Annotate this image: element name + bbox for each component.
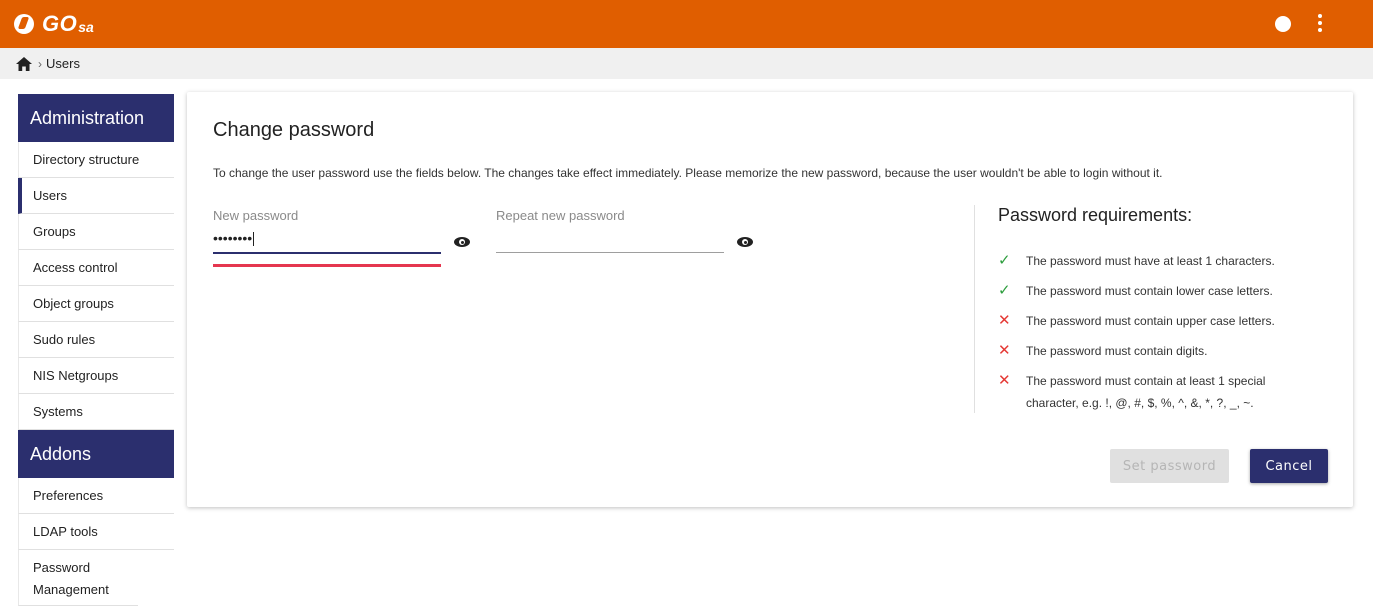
logo-text: GO bbox=[42, 11, 78, 36]
sidebar-item-directory-structure[interactable]: Directory structure bbox=[18, 142, 174, 178]
sidebar-item-nis-netgroups[interactable]: NIS Netgroups bbox=[18, 358, 174, 394]
sidebar-item-object-groups[interactable]: Object groups bbox=[18, 286, 174, 322]
new-password-underline bbox=[213, 252, 441, 254]
new-password-error-underline bbox=[213, 264, 441, 267]
repeat-password-underline bbox=[496, 252, 724, 253]
requirement-item: ✓ The password must have at least 1 char… bbox=[998, 252, 1275, 272]
check-icon: ✓ bbox=[998, 282, 1011, 299]
sidebar-heading-administration: Administration bbox=[18, 94, 174, 142]
check-icon: ✓ bbox=[998, 252, 1011, 269]
sidebar-item-groups[interactable]: Groups bbox=[18, 214, 174, 250]
repeat-password-label: Repeat new password bbox=[496, 208, 625, 223]
close-icon: ✕ bbox=[998, 372, 1011, 389]
breadcrumb-current[interactable]: Users bbox=[46, 56, 80, 71]
sidebar-heading-addons: Addons bbox=[18, 430, 174, 478]
app-header: GO sa bbox=[0, 0, 1373, 48]
breadcrumb-separator: › bbox=[38, 56, 42, 71]
logo-subtext: sa bbox=[78, 19, 94, 35]
sidebar: Administration Directory structure Users… bbox=[18, 94, 174, 606]
visibility-icon[interactable] bbox=[454, 237, 470, 247]
new-password-field[interactable]: New password •••••••• bbox=[213, 208, 441, 268]
text-caret bbox=[253, 232, 255, 247]
app-logo[interactable]: GO sa bbox=[14, 10, 94, 38]
requirement-text: The password must contain digits. bbox=[1026, 344, 1208, 358]
new-password-input[interactable]: •••••••• bbox=[213, 230, 255, 247]
new-password-value: •••••••• bbox=[213, 230, 253, 246]
change-password-dialog: Change password To change the user passw… bbox=[187, 92, 1353, 507]
breadcrumb: › Users bbox=[0, 48, 1373, 79]
sidebar-item-access-control[interactable]: Access control bbox=[18, 250, 174, 286]
sidebar-item-ldap-tools[interactable]: LDAP tools bbox=[18, 514, 174, 550]
cancel-button[interactable]: Cancel bbox=[1250, 449, 1328, 483]
sidebar-item-sudo-rules[interactable]: Sudo rules bbox=[18, 322, 174, 358]
sidebar-item-password-management[interactable]: Password Management bbox=[18, 550, 138, 606]
sidebar-item-systems[interactable]: Systems bbox=[18, 394, 174, 430]
requirement-text: The password must contain at least 1 spe… bbox=[1026, 374, 1266, 410]
logo-icon bbox=[14, 14, 34, 34]
requirement-text: The password must contain lower case let… bbox=[1026, 284, 1273, 298]
requirement-item: ✕ The password must contain upper case l… bbox=[998, 312, 1275, 332]
requirement-text: The password must contain upper case let… bbox=[1026, 314, 1275, 328]
close-icon: ✕ bbox=[998, 312, 1011, 329]
home-icon[interactable] bbox=[16, 56, 32, 71]
sidebar-item-preferences[interactable]: Preferences bbox=[18, 478, 174, 514]
dialog-title: Change password bbox=[213, 119, 375, 141]
requirement-text: The password must have at least 1 charac… bbox=[1026, 254, 1275, 268]
new-password-label: New password bbox=[213, 208, 299, 223]
requirements-title: Password requirements: bbox=[998, 205, 1193, 225]
requirement-item: ✓ The password must contain lower case l… bbox=[998, 282, 1273, 302]
requirement-item: ✕ The password must contain at least 1 s… bbox=[998, 372, 1298, 414]
dialog-description: To change the user password use the fiel… bbox=[213, 166, 1163, 180]
set-password-button[interactable]: Set password bbox=[1110, 449, 1229, 483]
vertical-divider bbox=[974, 205, 975, 413]
close-icon: ✕ bbox=[998, 342, 1011, 359]
sidebar-item-users[interactable]: Users bbox=[18, 178, 174, 214]
visibility-icon[interactable] bbox=[737, 237, 753, 247]
requirement-item: ✕ The password must contain digits. bbox=[998, 342, 1207, 362]
user-avatar-icon[interactable] bbox=[1275, 16, 1291, 32]
repeat-password-field[interactable]: Repeat new password bbox=[496, 208, 724, 254]
more-vert-icon[interactable] bbox=[1316, 14, 1324, 34]
